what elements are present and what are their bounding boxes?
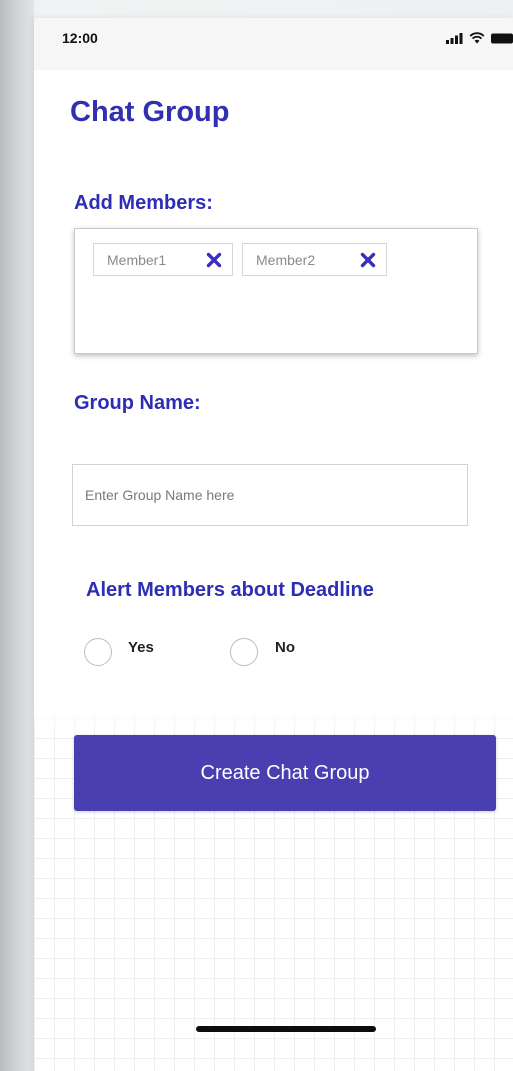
page-title: Chat Group (70, 96, 230, 128)
radio-option-no[interactable]: No (230, 638, 295, 666)
radio-yes-label: Yes (128, 639, 154, 656)
member-chip: Member2 (242, 243, 387, 276)
phone-frame: 12:00 Chat Group Add Members: Member1 Me… (34, 18, 513, 1071)
close-x-icon[interactable] (360, 252, 376, 268)
add-members-label: Add Members: (74, 192, 213, 214)
radio-no[interactable] (230, 638, 258, 666)
group-name-input[interactable] (72, 464, 468, 526)
members-input-box[interactable]: Member1 Member2 (74, 228, 478, 354)
create-chat-group-button[interactable]: Create Chat Group (74, 735, 496, 811)
member-chip-label: Member1 (107, 251, 167, 268)
home-indicator (196, 1026, 376, 1032)
close-x-icon[interactable] (206, 252, 222, 268)
grid-fade (34, 708, 513, 738)
background-shade (0, 0, 34, 1071)
battery-icon (491, 33, 513, 43)
group-name-label: Group Name: (74, 392, 201, 414)
member-chip-label: Member2 (256, 251, 316, 268)
radio-yes[interactable] (84, 638, 112, 666)
status-bar: 12:00 (34, 18, 513, 70)
cellular-signal-icon (446, 32, 463, 44)
status-icons (446, 32, 513, 44)
member-chip: Member1 (93, 243, 233, 276)
radio-no-label: No (275, 639, 295, 656)
status-time: 12:00 (62, 30, 98, 46)
radio-option-yes[interactable]: Yes (84, 638, 154, 666)
alert-deadline-label: Alert Members about Deadline (86, 579, 374, 601)
wifi-icon (469, 32, 485, 44)
